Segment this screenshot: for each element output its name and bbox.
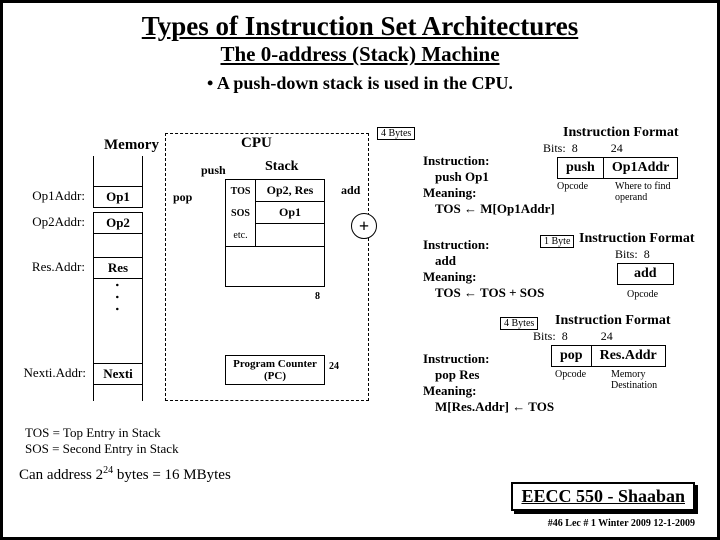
instr3-l2: pop Res [435, 367, 479, 383]
stack-cell-1: Op1 [256, 202, 324, 224]
mem-cell-0: Op1 [93, 186, 143, 208]
footer-meta: #46 Lec # 1 Winter 2009 12-1-2009 [548, 518, 695, 529]
instr1-l2: push Op1 [435, 169, 489, 185]
fmt3-cap1: Opcode [555, 369, 586, 380]
stack-width-8: 8 [315, 291, 320, 302]
cpu-bytes-tag: 4 Bytes [377, 127, 415, 140]
sos-label: SOS [226, 202, 256, 224]
mem-label-1: Op2Addr: [17, 214, 89, 230]
mem-cell-2: Res [93, 257, 143, 279]
plus-node: + [351, 213, 377, 239]
fmt2-table: add [617, 263, 674, 285]
slide-subtitle: The 0-address (Stack) Machine [21, 42, 699, 67]
memory-header: Memory [104, 137, 159, 154]
tos-label: TOS [226, 180, 256, 202]
instr1-l4: TOS M[Op1Addr] [435, 201, 555, 217]
fmt3-table: popRes.Addr [551, 345, 666, 367]
fmt2-byte1: 1 Byte [540, 235, 574, 248]
note-tos: TOS = Top Entry in Stack [25, 425, 161, 441]
instr2-l1: Instruction: [423, 237, 489, 253]
pop-label: pop [173, 190, 192, 205]
pc-bits: 24 [329, 361, 339, 372]
etc-label: etc. [226, 224, 256, 246]
instr2-l2: add [435, 253, 456, 269]
mem-label-2: Res.Addr: [17, 259, 89, 275]
fmt1-cap2: Where to find operand [615, 181, 695, 203]
stack-frame: TOS Op2, Res SOS Op1 etc. [225, 179, 325, 287]
fmt3-cap2: Memory Destination [611, 369, 691, 391]
stack-cell-0: Op2, Res [256, 180, 324, 202]
mem-label-3: Nexti.Addr: [8, 365, 90, 381]
fmt2-title: Instruction Format [579, 231, 695, 247]
note-sos: SOS = Second Entry in Stack [25, 441, 179, 457]
fmt1-title: Instruction Format [563, 125, 679, 141]
slide-title: Types of Instruction Set Architectures [21, 11, 699, 42]
instr3-l3: Meaning: [423, 383, 476, 399]
pc-box: Program Counter (PC) [225, 355, 325, 385]
fmt1-bits: Bits: 8 24 [543, 141, 623, 156]
bullet-line: • A push-down stack is used in the CPU. [21, 73, 699, 94]
note-addr: Can address 224 bytes = 16 MBytes [19, 465, 231, 484]
instr2-l4: TOS TOS + SOS [435, 285, 544, 301]
instr1-l3: Meaning: [423, 185, 476, 201]
fmt1-cap1: Opcode [557, 181, 588, 192]
instr3-l1: Instruction: [423, 351, 489, 367]
fmt2-cap1: Opcode [627, 289, 658, 300]
push-label: push [201, 163, 226, 178]
cpu-label: CPU [241, 135, 272, 152]
mem-label-0: Op1Addr: [17, 188, 89, 204]
add-label: add [341, 183, 360, 198]
fmt2-bits: Bits: 8 [615, 247, 650, 262]
fmt3-bits: Bits: 8 24 [533, 329, 613, 344]
footer-course: EECC 550 - Shaaban [511, 482, 695, 511]
fmt3-title: Instruction Format [555, 313, 671, 329]
mem-cell-3: Nexti [93, 363, 143, 385]
instr2-l3: Meaning: [423, 269, 476, 285]
fmt1-table: pushOp1Addr [557, 157, 678, 179]
instr1-l1: Instruction: [423, 153, 489, 169]
instr3-l4: M[Res.Addr] TOS [435, 399, 554, 415]
stack-label: Stack [265, 159, 298, 175]
mem-cell-1: Op2 [93, 212, 143, 234]
